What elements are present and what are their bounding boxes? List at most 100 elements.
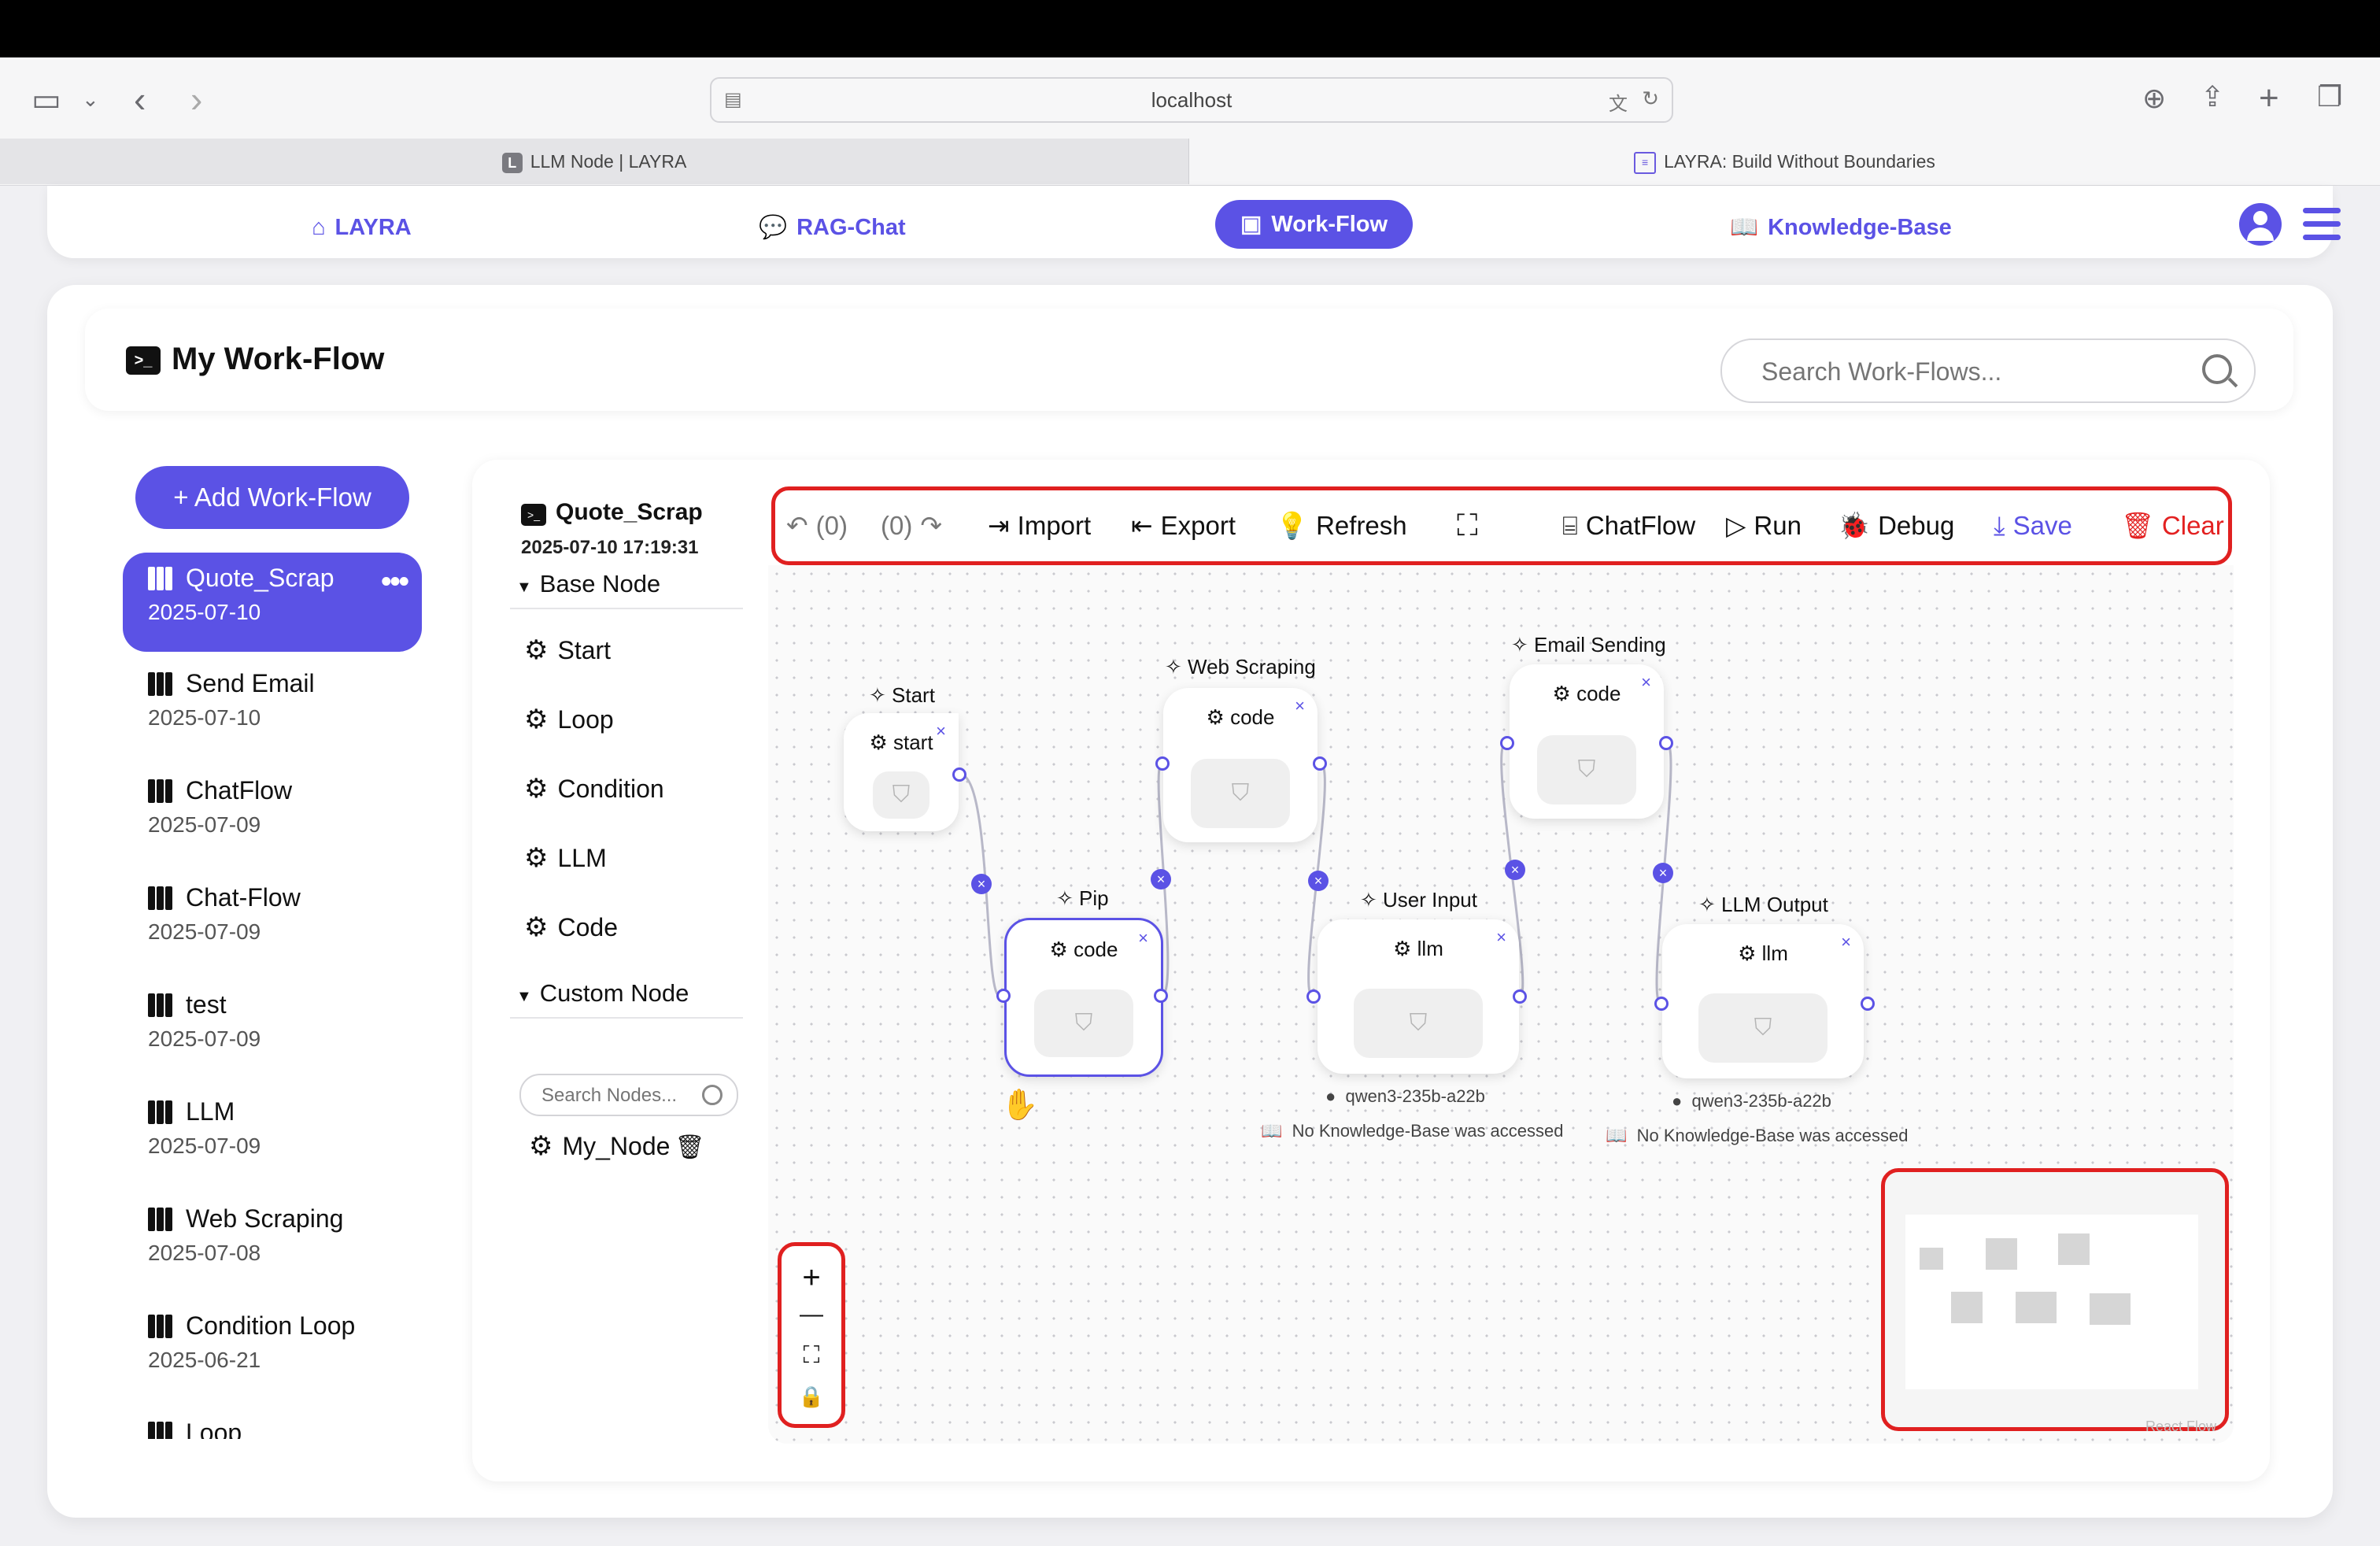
run-button[interactable]: ▷ Run [1726,490,1802,561]
search-workflows-field[interactable] [1720,338,2256,403]
delete-edge-icon[interactable]: × [971,874,992,894]
nav-rag-chat[interactable]: 💬 RAG-Chat [759,203,906,252]
delete-edge-icon[interactable]: × [1151,869,1171,890]
reload-icon[interactable]: ↻ [1642,87,1659,111]
flow-node-user-input[interactable]: ⚙ llm × [1318,919,1519,1074]
output-port[interactable] [1154,989,1168,1003]
more-options-icon[interactable]: ••• [381,565,409,599]
workflow-list-item[interactable]: Loop [123,1407,422,1439]
flow-node-llm-output[interactable]: ⚙ llm × [1662,924,1864,1078]
fullscreen-button[interactable]: ⛶ [1457,490,1478,561]
custom-node-section[interactable]: ▼ Custom Node [516,979,689,1008]
input-port[interactable] [1306,989,1321,1004]
close-icon[interactable]: × [1641,672,1651,693]
import-button[interactable]: ⇥ Import [988,490,1091,561]
flow-node-pip[interactable]: ⚙ code × [1004,918,1163,1077]
output-port[interactable] [952,767,966,782]
nav-work-flow[interactable]: ▣ Work-Flow [1215,200,1414,249]
workflow-list-item[interactable]: Quote_Scrap 2025-07-10 ••• [123,553,422,652]
trash-icon[interactable]: 🗑 [674,1134,704,1160]
workflow-list-item[interactable]: ChatFlow 2025-07-09 [123,765,422,864]
save-button[interactable]: ⤓ Save [1994,490,2072,561]
canvas-controls: + — ⛶ 🔒 [778,1242,845,1428]
workflow-list-item[interactable]: Web Scraping 2025-07-08 [123,1193,422,1293]
flow-node-start[interactable]: ⚙ start × [844,713,959,831]
close-icon[interactable]: × [1841,932,1851,952]
delete-edge-icon[interactable]: × [1505,860,1525,880]
translate-icon[interactable]: 文 [1609,88,1628,116]
map-icon [148,779,175,803]
workflow-list-item[interactable]: Chat-Flow 2025-07-09 [123,872,422,971]
redo-button[interactable]: (0) ↷ [881,490,950,561]
refresh-button[interactable]: 💡 Refresh [1276,490,1407,561]
search-icon[interactable] [702,1085,722,1105]
browser-tab-active[interactable]: L LLM Node | LAYRA [0,139,1189,184]
url-bar[interactable]: ▤ localhost 文 ↻ [710,77,1673,123]
debug-button[interactable]: 🐞 Debug [1838,490,1954,561]
close-icon[interactable]: × [1295,696,1305,716]
node-search-field[interactable] [519,1074,738,1116]
header-card: >_ My Work-Flow [85,309,2293,411]
output-port[interactable] [1659,736,1673,750]
output-port[interactable] [1861,997,1875,1011]
node-code[interactable]: ⚙ Code [524,912,618,943]
flow-node-web-scraping[interactable]: ⚙ code × [1163,688,1318,842]
input-port[interactable] [1500,736,1514,750]
workflow-list-item[interactable]: test 2025-07-09 [123,979,422,1078]
nav-knowledge-base[interactable]: 📖 Knowledge-Base [1730,203,1952,252]
workflow-list-item[interactable]: LLM 2025-07-09 [123,1086,422,1185]
fit-view-button[interactable]: ⛶ [782,1342,841,1369]
map-icon [148,886,175,910]
tabs-overview-icon[interactable]: ❐ [2317,83,2342,111]
zoom-out-button[interactable]: — [782,1301,841,1328]
output-port[interactable] [1513,989,1527,1004]
workflow-list-item[interactable]: Send Email 2025-07-10 [123,658,422,757]
output-port[interactable] [1313,756,1327,771]
new-tab-icon[interactable]: + [2259,81,2279,116]
input-port[interactable] [1654,997,1669,1011]
search-icon[interactable] [2202,354,2232,384]
close-icon[interactable]: × [936,721,946,742]
hamburger-menu-icon[interactable] [2303,208,2341,241]
terminal-icon: >_ [521,504,546,526]
zoom-in-button[interactable]: + [782,1260,841,1296]
search-input[interactable] [1760,340,2188,403]
url-text[interactable]: localhost [711,79,1672,121]
shield-icon [1698,993,1828,1063]
nav-layra[interactable]: ⌂ LAYRA [312,203,412,252]
download-icon[interactable]: ⊕ [2142,84,2166,113]
node-search-input[interactable] [540,1075,708,1116]
profile-icon[interactable] [2239,203,2282,246]
back-icon[interactable]: ‹ [134,81,146,117]
close-icon[interactable]: × [1138,928,1148,949]
fullscreen-icon: ⛶ [1457,509,1478,542]
custom-node-item[interactable]: ⚙ My_Node 🗑 [529,1130,705,1162]
close-icon[interactable]: × [1496,927,1506,948]
minimap[interactable] [1881,1168,2229,1431]
sidebar-toggle-icon[interactable]: ▭ [31,84,61,116]
clear-button[interactable]: 🗑 Clear [2121,490,2224,561]
workflow-list-item[interactable]: Condition Loop 2025-06-21 [123,1300,422,1400]
react-flow-attribution[interactable]: React Flow [2145,1418,2216,1435]
node-condition[interactable]: ⚙ Condition [524,773,664,804]
undo-button[interactable]: ↶ (0) [786,490,848,561]
forward-icon[interactable]: › [190,81,202,117]
chevron-down-icon[interactable]: ⌄ [82,89,99,109]
delete-edge-icon[interactable]: × [1308,871,1329,891]
node-start[interactable]: ⚙ Start [524,634,611,666]
input-port[interactable] [1155,756,1170,771]
hand-cursor-icon: ✋ [1001,1089,1039,1122]
browser-tab[interactable]: ≡ LAYRA: Build Without Boundaries [1189,139,2380,184]
chatflow-button[interactable]: ⌸ ChatFlow [1562,490,1695,561]
tab-label: LAYRA: Build Without Boundaries [1664,151,1935,172]
delete-edge-icon[interactable]: × [1653,863,1673,883]
base-node-section[interactable]: ▼ Base Node [516,570,660,598]
flow-node-email-sending[interactable]: ⚙ code × [1510,664,1664,819]
lock-button[interactable]: 🔒 [782,1385,841,1409]
add-workflow-button[interactable]: + Add Work-Flow [135,466,409,529]
share-icon[interactable]: ⇪ [2201,83,2224,111]
input-port[interactable] [996,989,1011,1003]
node-loop[interactable]: ⚙ Loop [524,704,614,735]
node-llm[interactable]: ⚙ LLM [524,842,607,874]
export-button[interactable]: ⇤ Export [1131,490,1236,561]
